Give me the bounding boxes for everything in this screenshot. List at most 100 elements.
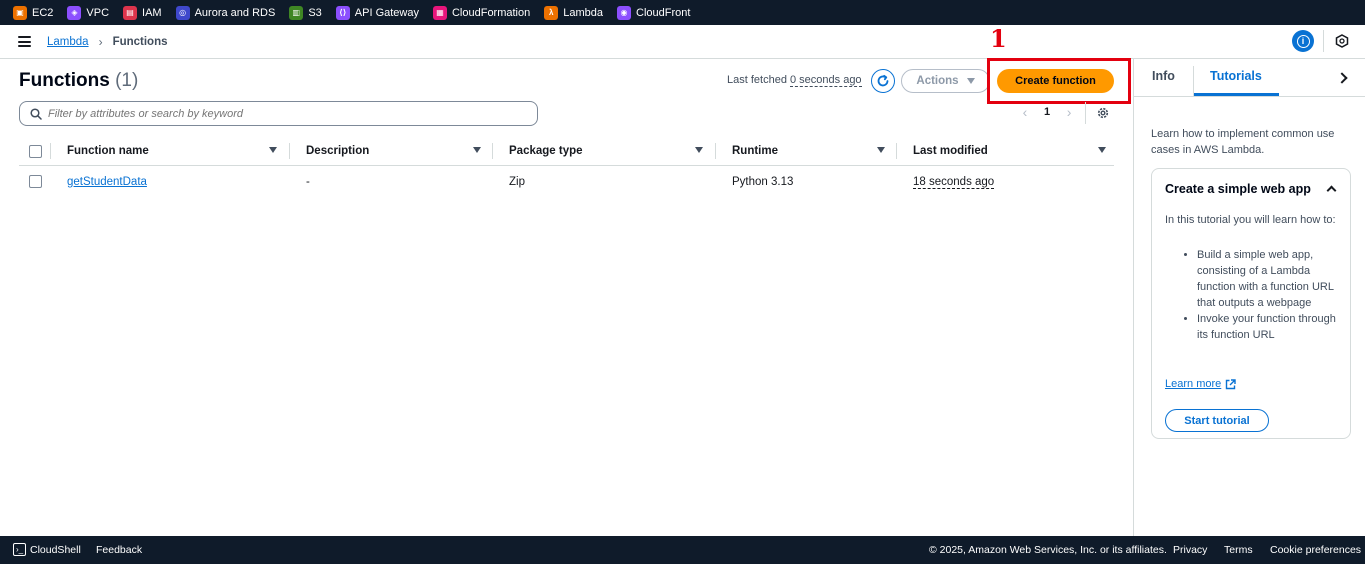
column-divider bbox=[492, 143, 493, 159]
privacy-link[interactable]: Privacy bbox=[1173, 544, 1207, 556]
menu-icon[interactable] bbox=[18, 36, 31, 47]
column-header-last-modified[interactable]: Last modified bbox=[913, 145, 988, 157]
refresh-icon bbox=[877, 74, 889, 87]
service-label: CloudFormation bbox=[451, 6, 531, 19]
actions-label: Actions bbox=[916, 75, 959, 87]
column-header-function-name[interactable]: Function name bbox=[67, 145, 149, 157]
table-header: Function name Description Package type R… bbox=[19, 138, 1114, 166]
panel-tabs: Info Tutorials bbox=[1134, 59, 1365, 97]
external-link-icon bbox=[1226, 378, 1236, 389]
cookie-preferences-link[interactable]: Cookie preferences bbox=[1270, 544, 1361, 556]
tutorial-description: In this tutorial you will learn how to: bbox=[1165, 214, 1336, 226]
last-fetched-value[interactable]: 0 seconds ago bbox=[790, 74, 862, 87]
info-icon: i bbox=[1296, 34, 1310, 48]
notifications-hex-icon[interactable] bbox=[1335, 34, 1349, 48]
service-shortcut-vpc[interactable]: ◈ VPC bbox=[67, 5, 110, 20]
feedback-button[interactable]: Feedback bbox=[96, 544, 142, 556]
cloudfront-icon: ◉ bbox=[617, 5, 632, 20]
sort-icon[interactable] bbox=[695, 147, 703, 153]
info-panel-button[interactable]: i bbox=[1292, 30, 1314, 52]
list-item: Invoke your function through its functio… bbox=[1197, 311, 1343, 343]
tutorial-steps: Build a simple web app, consisting of a … bbox=[1165, 247, 1343, 343]
sort-icon[interactable] bbox=[269, 147, 277, 153]
service-shortcut-iam[interactable]: ▤ IAM bbox=[123, 5, 162, 20]
sort-icon[interactable] bbox=[877, 147, 885, 153]
service-label: IAM bbox=[142, 6, 162, 19]
cloudshell-icon: ›_ bbox=[13, 543, 26, 556]
tutorial-card: Create a simple web app In this tutorial… bbox=[1151, 168, 1351, 439]
page-title: Functions (1) bbox=[19, 70, 138, 92]
breadcrumb-bar: Lambda › Functions i bbox=[0, 25, 1365, 59]
chevron-right-icon[interactable] bbox=[1336, 72, 1348, 84]
rds-icon: ◎ bbox=[175, 5, 190, 20]
function-runtime: Python 3.13 bbox=[732, 176, 794, 188]
learn-more-link[interactable]: Learn more bbox=[1165, 378, 1236, 390]
service-shortcut-cloudfront[interactable]: ◉ CloudFront bbox=[617, 5, 691, 20]
search-field[interactable] bbox=[19, 101, 538, 126]
gear-icon[interactable] bbox=[1096, 106, 1110, 120]
divider bbox=[1193, 66, 1194, 96]
caret-down-icon bbox=[966, 78, 975, 84]
tutorial-title[interactable]: Create a simple web app bbox=[1165, 182, 1311, 196]
service-shortcut-cloudformation[interactable]: ▦ CloudFormation bbox=[432, 5, 531, 20]
service-shortcut-ec2[interactable]: ▣ EC2 bbox=[13, 5, 53, 20]
start-tutorial-button[interactable]: Start tutorial bbox=[1165, 409, 1269, 432]
service-label: VPC bbox=[86, 6, 110, 19]
tab-tutorials[interactable]: Tutorials bbox=[1210, 69, 1262, 83]
search-input[interactable] bbox=[48, 107, 537, 120]
service-bar: ▣ EC2 ◈ VPC ▤ IAM ◎ Aurora and RDS ▥ S3 … bbox=[0, 0, 1365, 25]
chevron-left-icon[interactable]: ‹ bbox=[1020, 104, 1030, 120]
last-fetched-prefix: Last fetched bbox=[727, 74, 787, 86]
help-panel: Info Tutorials Learn how to implement co… bbox=[1133, 59, 1365, 536]
search-icon bbox=[30, 108, 42, 120]
refresh-button[interactable] bbox=[871, 69, 895, 93]
chevron-right-icon[interactable]: › bbox=[1064, 104, 1074, 120]
sort-icon[interactable] bbox=[1098, 147, 1106, 153]
pagination: ‹ 1 › bbox=[1020, 104, 1074, 120]
column-header-runtime[interactable]: Runtime bbox=[732, 145, 778, 157]
column-divider bbox=[289, 143, 290, 159]
lambda-icon: λ bbox=[544, 5, 559, 20]
divider bbox=[1085, 102, 1086, 124]
learn-more-label: Learn more bbox=[1165, 378, 1222, 390]
page-title-text: Functions bbox=[19, 70, 110, 91]
service-shortcut-lambda[interactable]: λ Lambda bbox=[544, 5, 604, 20]
row-checkbox[interactable] bbox=[29, 175, 42, 188]
sort-icon[interactable] bbox=[473, 147, 481, 153]
select-all-checkbox[interactable] bbox=[29, 145, 42, 158]
breadcrumb-current: Functions bbox=[112, 36, 168, 48]
vpc-icon: ◈ bbox=[67, 5, 82, 20]
ec2-icon: ▣ bbox=[13, 5, 27, 20]
service-label: Lambda bbox=[563, 6, 604, 19]
function-description: - bbox=[306, 176, 310, 188]
list-item: Build a simple web app, consisting of a … bbox=[1197, 247, 1343, 311]
actions-dropdown[interactable]: Actions bbox=[901, 69, 990, 93]
active-tab-indicator bbox=[1194, 93, 1279, 96]
last-fetched: Last fetched 0 seconds ago bbox=[727, 74, 862, 87]
column-header-description[interactable]: Description bbox=[306, 145, 369, 157]
annotation-highlight-box bbox=[987, 58, 1131, 104]
service-shortcut-s3[interactable]: ▥ S3 bbox=[289, 5, 322, 20]
tab-info[interactable]: Info bbox=[1152, 69, 1175, 83]
function-package-type: Zip bbox=[509, 176, 525, 188]
iam-icon: ▤ bbox=[123, 5, 138, 20]
service-shortcut-api-gateway[interactable]: ⟨⟩ API Gateway bbox=[335, 5, 419, 20]
footer: ›_ CloudShell Feedback © 2025, Amazon We… bbox=[0, 536, 1365, 564]
divider bbox=[1323, 30, 1324, 52]
function-last-modified[interactable]: 18 seconds ago bbox=[913, 176, 995, 189]
service-label: S3 bbox=[308, 6, 322, 19]
service-shortcut-rds[interactable]: ◎ Aurora and RDS bbox=[175, 5, 276, 20]
column-header-package-type[interactable]: Package type bbox=[509, 145, 583, 157]
cloudshell-button[interactable]: CloudShell bbox=[30, 544, 81, 556]
api-gateway-icon: ⟨⟩ bbox=[335, 5, 350, 20]
service-label: CloudFront bbox=[636, 6, 691, 19]
page-number[interactable]: 1 bbox=[1044, 106, 1050, 118]
table-row: getStudentData - Zip Python 3.13 18 seco… bbox=[19, 167, 1114, 199]
column-divider bbox=[715, 143, 716, 159]
service-label: Aurora and RDS bbox=[194, 6, 276, 19]
column-divider bbox=[50, 143, 51, 159]
terms-link[interactable]: Terms bbox=[1224, 544, 1253, 556]
breadcrumb-lambda-link[interactable]: Lambda bbox=[47, 36, 89, 48]
chevron-up-icon[interactable] bbox=[1326, 185, 1337, 196]
function-name-link[interactable]: getStudentData bbox=[67, 176, 147, 188]
